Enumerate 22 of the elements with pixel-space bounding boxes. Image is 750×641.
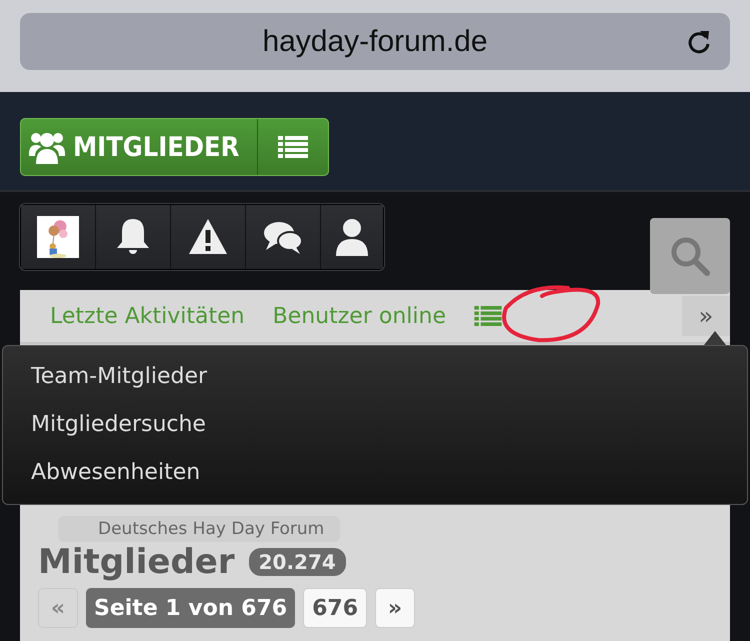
avatar-button[interactable] [21, 205, 96, 269]
page-link[interactable]: 676 [303, 588, 368, 628]
breadcrumb-link[interactable]: Deutsches Hay Day Forum [58, 516, 340, 542]
menu-item[interactable]: Mitgliedersuche [31, 400, 206, 448]
member-count: 20.274 [248, 548, 346, 576]
conversations-button[interactable] [246, 205, 321, 269]
list-icon [474, 306, 502, 326]
menu-item[interactable]: Team-Mitglieder [31, 352, 208, 400]
current-page-label: Seite 1 von 676 [86, 588, 296, 628]
address-bar[interactable]: hayday-forum.de [20, 13, 730, 70]
page-heading: Mitglieder [38, 542, 235, 582]
url-text: hayday-forum.de [262, 24, 488, 58]
alerts-button[interactable] [171, 205, 246, 269]
menu-item[interactable]: Abwesenheiten [31, 448, 200, 496]
notifications-button[interactable] [96, 205, 171, 269]
account-button[interactable] [321, 205, 383, 269]
next-page-button[interactable]: » [375, 588, 416, 628]
users-icon [29, 130, 65, 164]
scroll-next-button[interactable]: » [682, 296, 730, 336]
reload-icon[interactable] [686, 28, 712, 56]
list-icon [278, 136, 308, 158]
search-icon [669, 235, 711, 277]
